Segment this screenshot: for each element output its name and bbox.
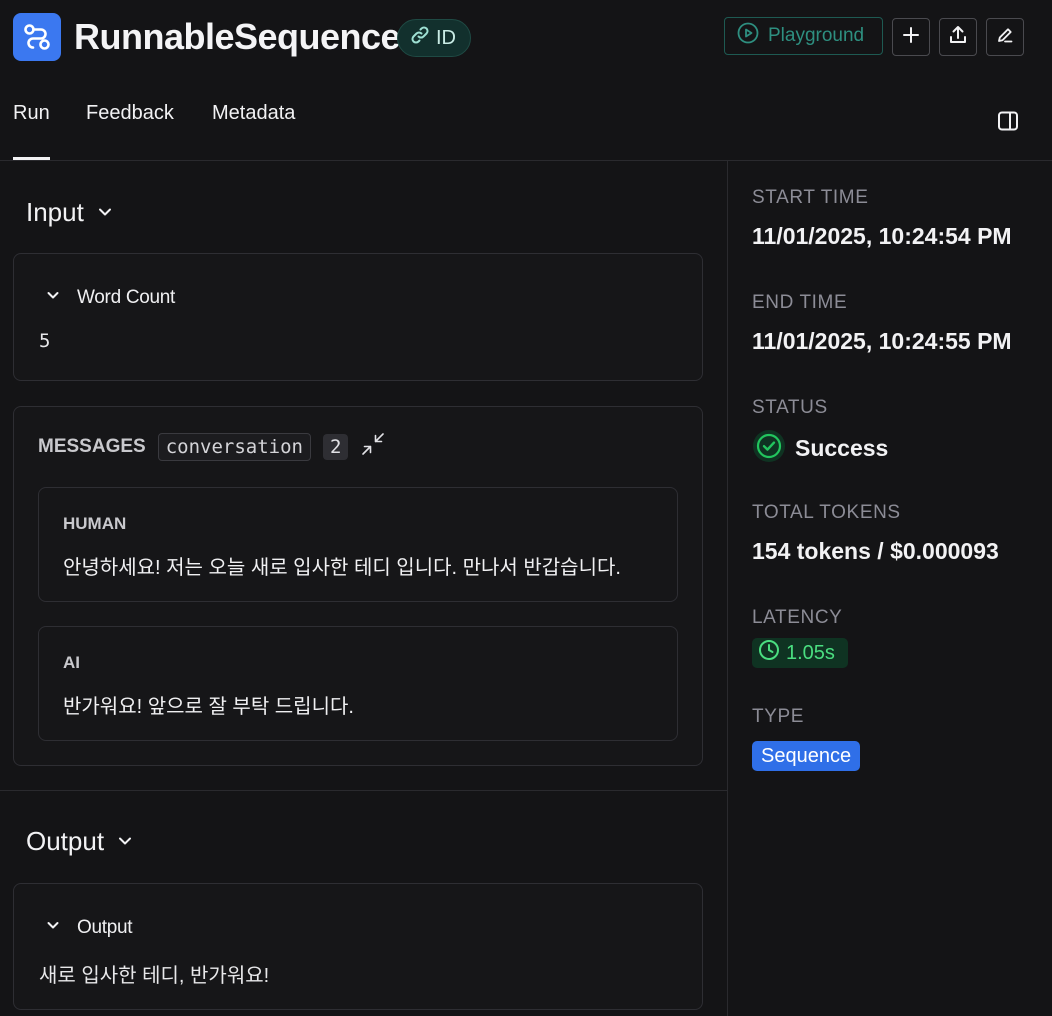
messages-key-tag: conversation (157, 432, 311, 461)
start-time-label: START TIME (752, 187, 869, 208)
success-check-icon (752, 429, 786, 468)
side-panel-icon (996, 111, 1020, 137)
word-count-label: Word Count (77, 287, 176, 308)
playground-button[interactable]: Playground (724, 17, 883, 55)
edit-button[interactable] (986, 18, 1024, 56)
message-role: AI (63, 653, 80, 672)
run-io-panel: Input Word Count 5 MESSAGES conversation… (0, 161, 727, 1016)
word-count-value: 5 (39, 330, 51, 352)
tab-metadata[interactable]: Metadata (212, 102, 295, 125)
type-badge: Sequence (752, 741, 861, 771)
runnable-sequence-logo-icon (13, 13, 61, 61)
output-card: Output 새로 입사한 테디, 반가워요! (13, 883, 703, 1010)
total-tokens-label: TOTAL TOKENS (752, 502, 901, 523)
type-label: TYPE (752, 706, 805, 727)
output-field-label: Output (77, 917, 133, 938)
message-role: HUMAN (63, 514, 127, 533)
message-human: HUMAN 안녕하세요! 저는 오늘 새로 입사한 테디 입니다. 만나서 반갑… (38, 487, 678, 602)
output-field-toggle[interactable]: Output (45, 917, 133, 939)
share-upload-icon (948, 25, 968, 50)
output-value: 새로 입사한 테디, 반가워요! (39, 965, 270, 987)
clock-icon (758, 639, 780, 667)
latency-badge: 1.05s (752, 638, 848, 668)
total-tokens-value: 154 tokens / $0.000093 (752, 538, 999, 564)
collapse-icon[interactable] (360, 431, 386, 462)
input-section-toggle[interactable]: Input (26, 197, 114, 228)
status-label: STATUS (752, 397, 828, 418)
chevron-down-icon (116, 826, 134, 857)
chevron-down-icon (45, 917, 61, 939)
share-button[interactable] (939, 18, 977, 56)
tab-bar: Run Feedback Metadata (0, 95, 1052, 160)
message-ai: AI 반가워요! 앞으로 잘 부탁 드립니다. (38, 626, 678, 741)
tab-feedback[interactable]: Feedback (86, 102, 174, 125)
copy-id-button[interactable]: ID (397, 19, 471, 57)
header: RunnableSequence ID Playground (0, 0, 1052, 76)
messages-count-badge: 2 (322, 433, 349, 460)
latency-value: 1.05s (786, 641, 835, 664)
status-text: Success (795, 435, 889, 461)
message-text: 반가워요! 앞으로 잘 부탁 드립니다. (63, 696, 354, 718)
toggle-side-panel-button[interactable] (996, 109, 1020, 138)
status-value: Success (752, 429, 888, 468)
section-divider (0, 790, 727, 791)
play-circle-icon (737, 22, 759, 50)
add-icon (902, 26, 920, 49)
link-icon (410, 25, 430, 51)
latency-label: LATENCY (752, 607, 843, 628)
messages-header: MESSAGES conversation 2 (38, 431, 386, 462)
messages-card: MESSAGES conversation 2 HUMAN 안녕하세요! 저는 … (13, 406, 703, 766)
playground-label: Playground (768, 25, 865, 46)
start-time-value: 11/01/2025, 10:24:54 PM (752, 223, 1012, 249)
word-count-toggle[interactable]: Word Count (45, 287, 175, 309)
message-text: 안녕하세요! 저는 오늘 새로 입사한 테디 입니다. 만나서 반갑습니다. (63, 557, 621, 579)
messages-label: MESSAGES (38, 435, 146, 457)
input-heading: Input (26, 197, 84, 227)
output-heading: Output (26, 826, 105, 856)
id-label: ID (436, 26, 456, 49)
end-time-label: END TIME (752, 292, 848, 313)
word-count-card: Word Count 5 (13, 253, 703, 381)
output-section-toggle[interactable]: Output (26, 826, 134, 857)
chevron-down-icon (96, 197, 114, 228)
chevron-down-icon (45, 287, 61, 309)
add-button[interactable] (892, 18, 930, 56)
end-time-value: 11/01/2025, 10:24:55 PM (752, 328, 1012, 354)
run-details-panel: START TIME 11/01/2025, 10:24:54 PM END T… (728, 161, 1052, 1016)
page-title: RunnableSequence (74, 16, 401, 57)
tab-run[interactable]: Run (13, 102, 50, 160)
edit-icon (996, 26, 1014, 49)
